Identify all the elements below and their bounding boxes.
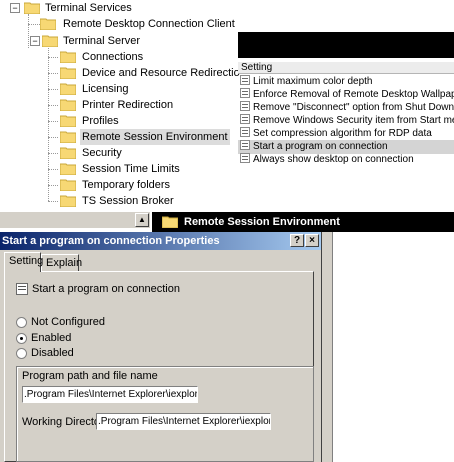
folder-icon [60,178,76,191]
folder-icon [60,146,76,159]
working-directory-input[interactable]: .Program Files\Internet Explorer\iexplor… [96,413,271,430]
program-path-input[interactable]: .Program Files\Internet Explorer\iexplor… [22,386,198,403]
tree-connector [48,121,58,122]
properties-dialog: Start a program on connection Properties… [0,232,322,462]
column-header-setting[interactable]: Setting [238,62,454,74]
tree-connector [48,73,58,74]
node-title-bar: Remote Session Environment [152,212,454,232]
folder-icon [60,114,76,127]
tree-item-label: Temporary folders [82,179,171,191]
setting-row[interactable]: Enforce Removal of Remote Desktop Wallpa… [238,88,454,102]
tree-connector [48,137,58,138]
tab-explain[interactable]: Explain [41,254,82,271]
details-pane-title-bar [238,32,454,58]
vertical-scrollbar[interactable] [322,232,333,462]
tree-item-label: Remote Session Environment [80,129,230,145]
folder-icon [60,130,76,143]
folder-icon [42,34,58,47]
policy-setting-icon [240,114,250,124]
tab-setting[interactable]: Setting [4,252,43,272]
tree-connector [28,24,40,25]
collapse-icon[interactable]: − [10,3,20,13]
tree-item-label: Terminal Services [45,2,132,14]
folder-icon [60,82,76,95]
folder-icon [162,215,178,228]
tree-connector [48,105,58,106]
tree-connector [48,169,58,170]
folder-icon [24,1,40,14]
setting-label: Start a program on connection [253,141,388,152]
tree-item-label: Licensing [82,83,129,95]
horizontal-scrollbar[interactable] [0,212,150,228]
policy-setting-icon [240,140,250,150]
setting-row[interactable]: Set compression algorithm for RDP data [238,127,454,141]
tree-item-label: Device and Resource Redirectio [82,67,240,79]
help-icon[interactable]: ? [290,234,304,247]
radio-not-configured[interactable] [16,317,27,328]
node-title: Remote Session Environment [184,216,340,228]
setting-label: Always show desktop on connection [253,154,414,165]
folder-icon [60,98,76,111]
program-path-label: Program path and file name [22,370,158,382]
radio-disabled[interactable] [16,348,27,359]
tree-connector [48,201,58,202]
folder-icon [40,17,56,30]
scroll-up-arrow-icon[interactable]: ▲ [135,213,149,227]
tree-connector [48,48,49,201]
folder-icon [60,194,76,207]
tree-item-label: Printer Redirection [82,99,174,111]
radio-label-not-configured[interactable]: Not Configured [31,316,105,328]
policy-name: Start a program on connection [32,283,180,295]
setting-row[interactable]: Always show desktop on connection [238,153,454,167]
tree-item-label: TS Session Broker [82,195,174,207]
radio-label-disabled[interactable]: Disabled [31,347,74,359]
tree-item-label: Terminal Server [63,35,141,47]
tree-connector [48,185,58,186]
setting-label: Remove Windows Security item from Start … [253,115,454,126]
radio-enabled[interactable] [16,333,27,344]
setting-row[interactable]: Remove Windows Security item from Start … [238,114,454,128]
setting-label: Set compression algorithm for RDP data [253,128,432,139]
tree-connector [48,57,58,58]
setting-label: Remove "Disconnect" option from Shut Dow… [253,102,454,113]
folder-icon [60,162,76,175]
tree-connector [28,14,29,48]
tree-item-label: Profiles [82,115,119,127]
policy-setting-icon [240,127,250,137]
setting-label: Enforce Removal of Remote Desktop Wallpa… [253,89,454,100]
radio-label-enabled[interactable]: Enabled [31,332,71,344]
collapse-icon[interactable]: − [30,36,40,46]
folder-icon [60,66,76,79]
dialog-title: Start a program on connection Properties [2,235,220,247]
policy-setting-icon [240,88,250,98]
setting-row[interactable]: Limit maximum color depth [238,75,454,89]
setting-label: Limit maximum color depth [253,76,373,87]
folder-icon [60,50,76,63]
tree-item-label: Security [82,147,122,159]
setting-row[interactable]: Start a program on connection [238,140,454,154]
tree-item-label: Session Time Limits [82,163,180,175]
background-pane [322,232,454,462]
tree-connector [48,153,58,154]
close-icon[interactable]: × [305,234,319,247]
tree-item-label: Remote Desktop Connection Client [63,18,235,30]
tree-connector [48,89,58,90]
policy-setting-icon [240,101,250,111]
dialog-title-bar[interactable]: Start a program on connection Properties [0,232,321,250]
tree-item-label: Connections [82,51,144,63]
policy-setting-icon [240,75,250,85]
policy-setting-icon [240,153,250,163]
policy-setting-icon [16,283,28,295]
setting-row[interactable]: Remove "Disconnect" option from Shut Dow… [238,101,454,115]
